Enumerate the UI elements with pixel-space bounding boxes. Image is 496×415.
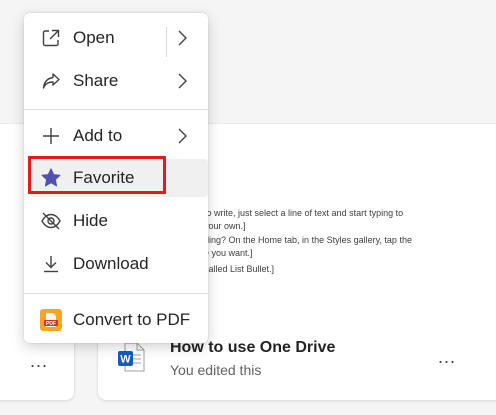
menu-item-label: Hide	[73, 211, 108, 230]
star-filled-icon	[40, 167, 62, 189]
menu-item-share[interactable]: Share	[30, 62, 202, 100]
menu-item-label: Convert to PDF	[73, 310, 191, 329]
chevron-right-icon	[176, 127, 188, 145]
more-options-button-left[interactable]: ...	[30, 352, 48, 370]
preview-line: e you want.]	[204, 248, 253, 258]
word-document-icon: W	[117, 342, 145, 372]
preview-line: ding? On the Home tab, in the Styles gal…	[204, 235, 412, 245]
more-options-button[interactable]: ...	[438, 348, 456, 366]
plus-icon	[40, 125, 62, 147]
open-in-new-icon	[40, 27, 62, 49]
svg-text:W: W	[120, 354, 131, 366]
split-divider	[166, 27, 167, 57]
menu-item-convert-to-pdf[interactable]: PDF Convert to PDF	[30, 301, 202, 339]
menu-item-label: Open	[73, 28, 115, 47]
context-menu: Open Share Add to Favorite Hide Download…	[24, 13, 208, 343]
svg-text:PDF: PDF	[46, 321, 56, 327]
preview-line: your own.]	[204, 221, 246, 231]
chevron-right-icon[interactable]	[176, 29, 188, 47]
menu-item-open[interactable]: Open	[30, 19, 202, 57]
menu-item-favorite[interactable]: Favorite	[30, 159, 208, 197]
chevron-right-icon	[176, 72, 188, 90]
preview-line: to write, just select a line of text and…	[204, 208, 404, 218]
menu-item-download[interactable]: Download	[30, 245, 202, 283]
pdf-icon: PDF	[40, 309, 62, 331]
menu-item-add-to[interactable]: Add to	[30, 117, 202, 155]
menu-divider	[24, 109, 208, 110]
menu-item-hide[interactable]: Hide	[30, 202, 202, 240]
share-icon	[40, 70, 62, 92]
file-subtitle: You edited this	[170, 362, 262, 378]
preview-line: called List Bullet.]	[204, 264, 275, 274]
menu-item-label: Add to	[73, 126, 123, 145]
eye-off-icon	[40, 210, 62, 232]
menu-item-label: Download	[73, 254, 149, 273]
menu-item-label: Favorite	[73, 168, 135, 187]
menu-item-label: Share	[73, 71, 119, 90]
download-icon	[40, 253, 62, 275]
menu-divider	[24, 293, 208, 294]
